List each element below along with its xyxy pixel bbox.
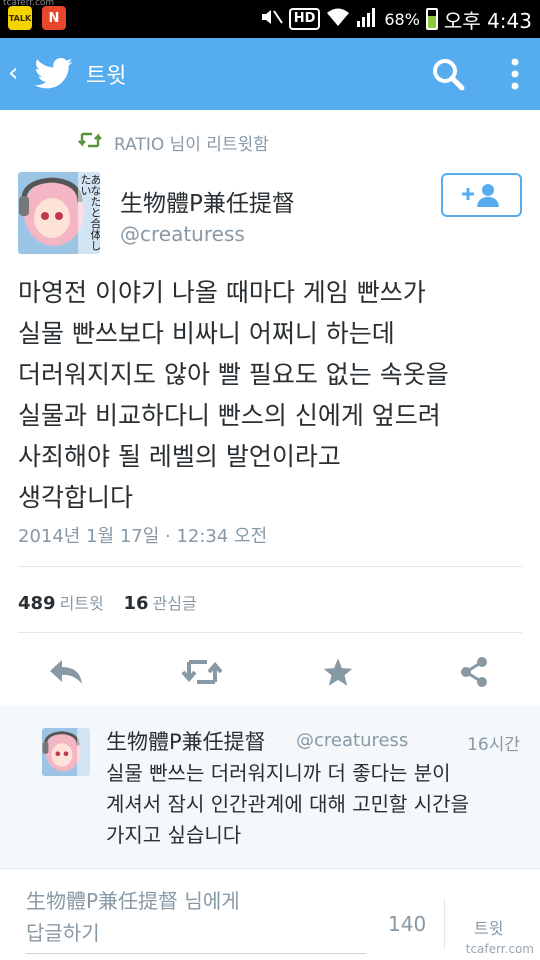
retweeted-by-label: RATIO 님이 리트윗함 <box>114 135 269 155</box>
tweet-actions <box>0 650 540 694</box>
divider <box>444 899 445 949</box>
reply-input[interactable]: 生物體P兼任提督 님에게 답글하기 <box>26 885 366 954</box>
battery-percent: 68% <box>384 9 420 29</box>
retweet-count[interactable]: 489 <box>18 593 56 614</box>
reply-button[interactable] <box>44 650 88 694</box>
favorite-count-label: 관심글 <box>152 594 197 613</box>
divider <box>18 632 522 633</box>
char-count: 140 <box>388 912 427 936</box>
wifi-icon <box>326 6 350 33</box>
twitter-bird-icon[interactable] <box>34 58 74 94</box>
follow-button[interactable] <box>441 173 522 217</box>
retweet-small-icon <box>78 132 102 153</box>
status-bar: tcaferr.com TALK N HD 68% 오후 4:43 <box>0 0 540 38</box>
signal-icon <box>356 6 378 33</box>
divider <box>18 566 522 567</box>
retweet-count-label: 리트윗 <box>59 594 104 613</box>
favorite-count[interactable]: 16 <box>123 593 148 614</box>
star-icon <box>323 658 353 686</box>
favorite-button[interactable] <box>316 650 360 694</box>
author-handle[interactable]: @creaturess <box>120 222 245 246</box>
author-name[interactable]: 生物體P兼任提督 <box>120 184 295 218</box>
search-icon[interactable] <box>430 56 466 96</box>
reply-avatar[interactable] <box>42 728 90 776</box>
reply-composer: 生物體P兼任提督 님에게 답글하기 140 트윗 tcaferr.com <box>0 868 540 960</box>
back-button[interactable]: ‹ <box>8 58 18 88</box>
follow-user-icon <box>461 184 499 207</box>
tweet-text: 마영전 이야기 나올 때마다 게임 빤쓰가 실물 빤쓰보다 비싸니 어쩌니 하는… <box>18 278 449 512</box>
battery-icon <box>425 8 438 30</box>
hd-voice-icon: HD <box>288 8 321 30</box>
mute-icon <box>259 5 283 34</box>
share-button[interactable] <box>452 650 496 694</box>
kakaotalk-app-icon: TALK <box>8 6 32 30</box>
news-app-icon: N <box>42 6 66 30</box>
tweet-submit-button[interactable]: 트윗 <box>474 915 503 939</box>
app-bar-title: 트윗 <box>86 64 127 89</box>
battery-level-fill <box>427 15 436 28</box>
retweet-button[interactable] <box>180 650 224 694</box>
reply-icon <box>50 660 82 684</box>
watermark-bottom: tcaferr.com <box>465 942 534 956</box>
author-avatar[interactable]: あなたと合体したい <box>18 172 100 254</box>
reply-time: 16시간 <box>467 735 520 755</box>
tweet-stats: 489 리트윗 16 관심글 <box>18 590 211 614</box>
reply-author-name[interactable]: 生物體P兼任提督 <box>106 726 266 756</box>
clock: 오후 4:43 <box>443 8 532 33</box>
status-indicators: HD 68% 오후 4:43 <box>259 0 532 38</box>
reply-author-handle[interactable]: @creaturess <box>296 730 408 751</box>
reply-text: 실물 빤쓰는 더러워지니까 더 좋다는 분이 계셔서 잠시 인간관계에 대해 고… <box>106 761 469 847</box>
app-bar: ‹ 트윗 <box>0 38 540 110</box>
tweet-timestamp: 2014년 1월 17일 · 12:34 오전 <box>18 526 268 547</box>
avatar-caption: あなたと合体したい <box>79 174 100 251</box>
share-icon <box>461 657 487 687</box>
retweet-icon <box>181 660 223 684</box>
overflow-menu-icon[interactable] <box>510 56 520 96</box>
retweeted-by[interactable]: RATIO 님이 리트윗함 <box>78 130 269 155</box>
